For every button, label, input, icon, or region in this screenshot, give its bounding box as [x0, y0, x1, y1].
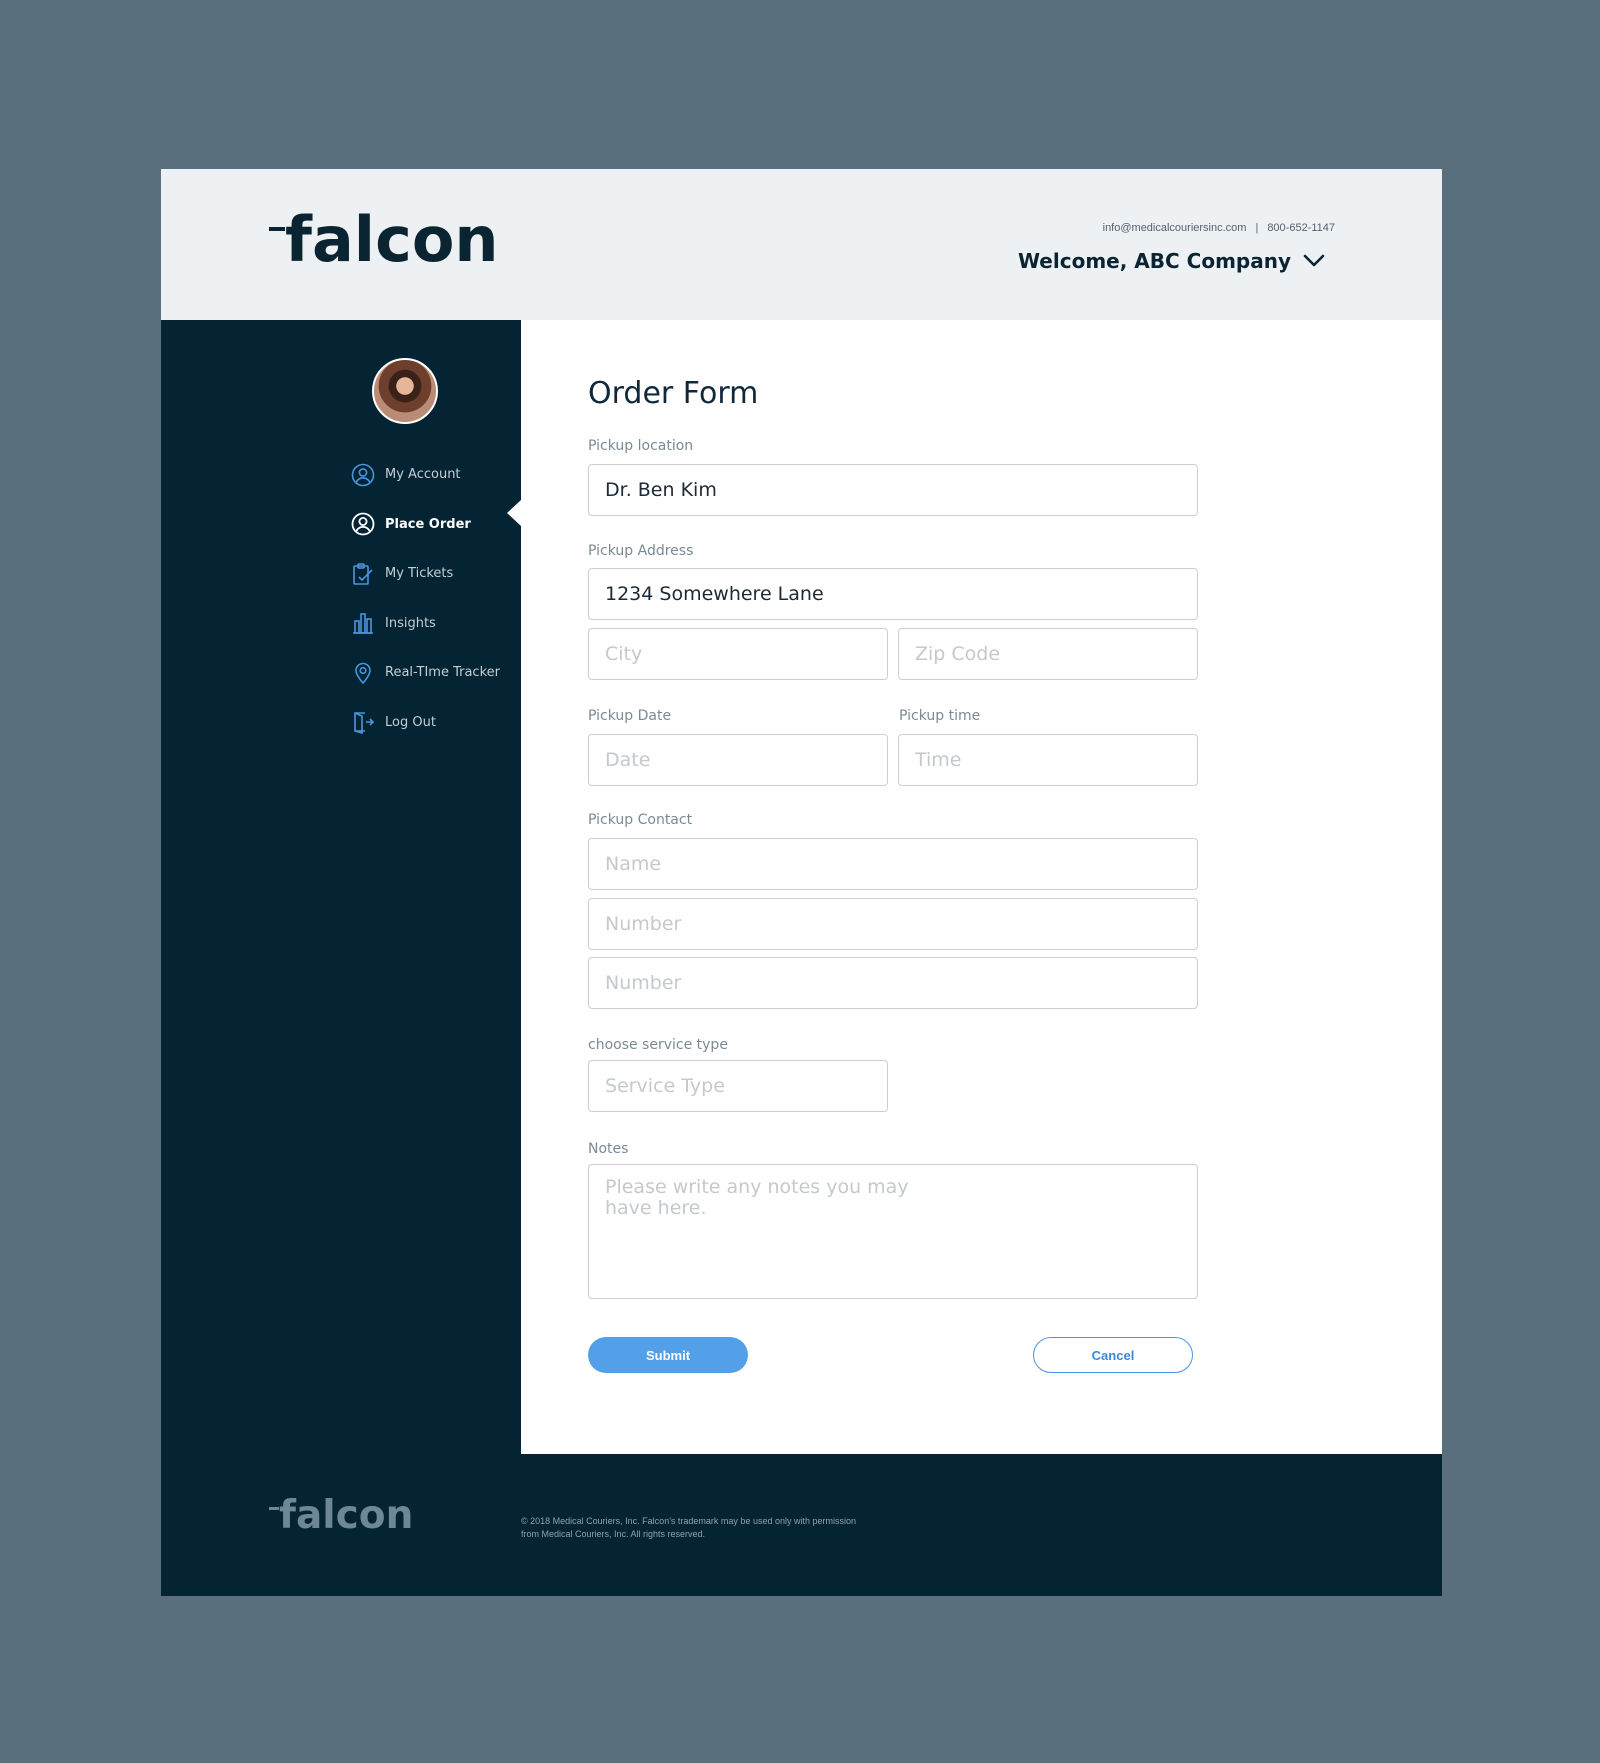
pickup-address-label: Pickup Address [588, 543, 694, 559]
map-pin-icon [350, 660, 376, 686]
user-circle-icon [350, 511, 376, 537]
app-frame: falcon info@medicalcouriersinc.com | 800… [161, 169, 1442, 1596]
order-form: Order Form Pickup location Pickup Addres… [521, 320, 1442, 1454]
contact-email[interactable]: info@medicalcouriersinc.com [1103, 222, 1247, 234]
welcome-text: Welcome, ABC Company [1017, 249, 1291, 273]
cancel-button[interactable]: Cancel [1033, 1337, 1193, 1373]
user-circle-icon [350, 462, 376, 488]
falcon-logo[interactable]: falcon [269, 209, 499, 271]
contact-separator: | [1255, 222, 1259, 234]
copyright-text: © 2018 Medical Couriers, Inc. Falcon's t… [521, 1516, 856, 1539]
pickup-date-input[interactable] [588, 734, 888, 786]
pickup-address-input[interactable] [588, 568, 1198, 620]
service-type-select[interactable] [588, 1060, 888, 1112]
pickup-time-input[interactable] [898, 734, 1198, 786]
sidebar-item-label: My Account [385, 467, 461, 483]
sidebar-item-label: Insights [385, 615, 436, 631]
header: falcon info@medicalcouriersinc.com | 800… [161, 169, 1442, 320]
pickup-location-input[interactable] [588, 464, 1198, 516]
sidebar-item-label: Place Order [385, 516, 471, 532]
zip-code-input[interactable] [898, 628, 1198, 680]
logout-door-icon [350, 709, 376, 735]
city-input[interactable] [588, 628, 888, 680]
sidebar-item-log-out[interactable]: Log Out [350, 698, 500, 748]
page-title: Order Form [588, 376, 759, 411]
sidebar-item-label: Real-TIme Tracker [385, 665, 500, 681]
bar-chart-icon [350, 610, 376, 636]
sidebar-item-place-order[interactable]: Place Order [350, 500, 500, 550]
contact-info: info@medicalcouriersinc.com | 800-652-11… [1103, 222, 1335, 234]
sidebar-item-label: Log Out [385, 714, 436, 730]
notes-label: Notes [588, 1141, 629, 1157]
sidebar-item-label: My Tickets [385, 566, 454, 582]
sidebar-item-real-time-tracker[interactable]: Real-TIme Tracker [350, 648, 500, 698]
footer-logo-text: falcon [279, 1493, 414, 1538]
footer-logo[interactable]: falcon [269, 1496, 413, 1535]
service-type-label: choose service type [588, 1037, 728, 1053]
notes-textarea[interactable] [588, 1164, 1198, 1299]
submit-button[interactable]: Submit [588, 1337, 748, 1373]
sidebar-item-my-account[interactable]: My Account [350, 450, 500, 500]
contact-number-input-2[interactable] [588, 957, 1198, 1009]
contact-number-input[interactable] [588, 898, 1198, 950]
chevron-down-icon [1303, 254, 1325, 267]
contact-name-input[interactable] [588, 838, 1198, 890]
active-nav-pointer [507, 500, 521, 526]
sidebar-item-my-tickets[interactable]: My Tickets [350, 549, 500, 599]
logo-dash [269, 227, 285, 231]
sidebar-nav: My Account Place Order My Tickets Insigh… [350, 450, 500, 747]
pickup-time-label: Pickup time [899, 708, 981, 724]
avatar[interactable] [372, 358, 438, 424]
sidebar: My Account Place Order My Tickets Insigh… [161, 320, 521, 1454]
account-menu[interactable]: Welcome, ABC Company [1018, 249, 1325, 273]
logo-dash [269, 1507, 279, 1510]
pickup-location-label: Pickup location [588, 438, 694, 454]
logo-text: falcon [285, 203, 499, 276]
clipboard-check-icon [350, 561, 376, 587]
footer: falcon © 2018 Medical Couriers, Inc. Fal… [161, 1454, 1442, 1596]
sidebar-item-insights[interactable]: Insights [350, 599, 500, 649]
pickup-date-label: Pickup Date [588, 708, 672, 724]
pickup-contact-label: Pickup Contact [588, 812, 693, 828]
contact-phone[interactable]: 800-652-1147 [1267, 222, 1335, 234]
